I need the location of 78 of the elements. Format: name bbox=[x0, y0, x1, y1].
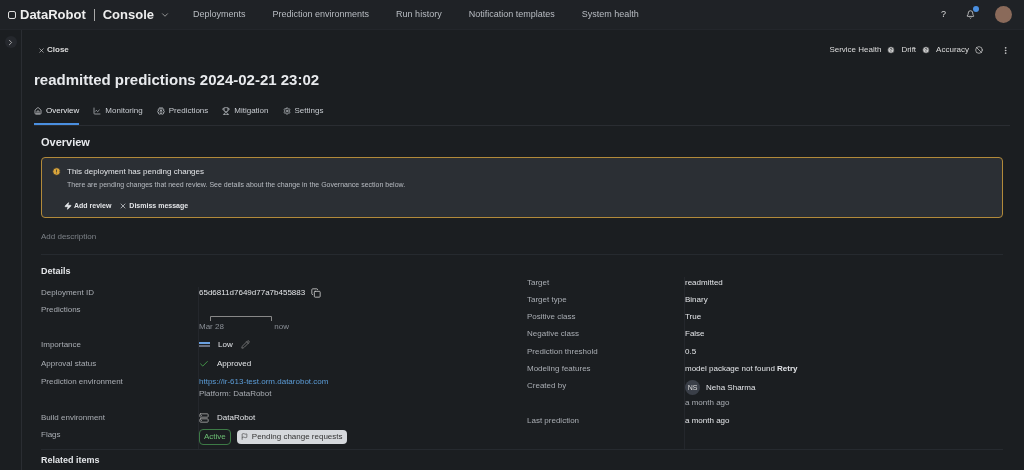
field-value: a month ago bbox=[685, 415, 730, 428]
section-heading: Details bbox=[41, 265, 72, 278]
field-value: Binary bbox=[685, 293, 708, 306]
field-label: Target bbox=[527, 276, 550, 289]
field-label: Predictions bbox=[41, 303, 81, 316]
close-icon bbox=[38, 46, 45, 54]
description-field[interactable]: Add description bbox=[41, 226, 1003, 246]
robot-logo-icon bbox=[8, 10, 16, 19]
nav-link[interactable]: Notification templates bbox=[468, 7, 555, 22]
axis-label: Mar 28 bbox=[199, 320, 224, 333]
field-label: Modeling features bbox=[527, 363, 591, 375]
field-label: Positive class bbox=[527, 311, 576, 324]
deployment-title: readmitted predictions 2024-02-21 23:02 bbox=[34, 69, 321, 90]
brand-name: DataRobot bbox=[20, 5, 86, 24]
field-value: DataRobot bbox=[217, 411, 256, 424]
field-value: 65d6811d7649d77a7b455883 bbox=[199, 286, 306, 299]
chevron-right-icon bbox=[6, 37, 15, 47]
field-label: Flags bbox=[41, 428, 61, 441]
timeline-drawing bbox=[210, 315, 272, 321]
field-label: Build environment bbox=[41, 411, 106, 424]
product-name: Console bbox=[102, 5, 154, 24]
warning-icon bbox=[52, 167, 61, 176]
tab[interactable]: Predictions bbox=[156, 105, 209, 125]
expand-sidebar-button[interactable] bbox=[4, 36, 17, 48]
tab[interactable]: Overview bbox=[34, 105, 80, 125]
field-label: Approval status bbox=[41, 357, 97, 370]
field-value: model package not found Retry bbox=[685, 363, 798, 375]
field-value: readmitted bbox=[685, 276, 723, 289]
brain-icon bbox=[156, 107, 165, 115]
avatar[interactable] bbox=[995, 6, 1012, 23]
more-menu-icon[interactable] bbox=[1001, 45, 1010, 55]
field-label: Importance bbox=[41, 338, 82, 351]
tab[interactable]: Monitoring bbox=[93, 105, 143, 125]
tab[interactable]: Mitigation bbox=[222, 105, 269, 125]
environment-link[interactable]: https://ir-613-test.orm.datarobot.com bbox=[199, 375, 329, 388]
field-label: Prediction threshold bbox=[527, 345, 598, 358]
field-value: Approved bbox=[217, 357, 252, 370]
close-icon bbox=[119, 202, 128, 211]
nav-link[interactable]: Prediction environments bbox=[272, 7, 370, 22]
alert-title: This deployment has pending changes bbox=[67, 165, 204, 178]
field-value: True bbox=[685, 311, 702, 324]
field-label: Target type bbox=[527, 293, 567, 306]
field-subtext: a month ago bbox=[685, 397, 731, 410]
nav-link[interactable]: System health bbox=[581, 7, 639, 22]
flag-badge: Pending change requests bbox=[236, 429, 347, 444]
home-icon bbox=[34, 107, 42, 115]
health-label: Service Health bbox=[829, 44, 882, 56]
help-button[interactable]: ? bbox=[941, 7, 946, 22]
field-label: Created by bbox=[527, 380, 567, 393]
close-button[interactable]: Close bbox=[38, 44, 69, 56]
field-value: Low bbox=[218, 338, 233, 351]
field-label: Negative class bbox=[527, 328, 580, 341]
field-value: 0.5 bbox=[685, 345, 697, 358]
importance-level-icon bbox=[199, 341, 210, 348]
trophy-icon bbox=[222, 107, 231, 115]
check-icon bbox=[199, 358, 209, 369]
settings-icon bbox=[282, 107, 291, 115]
section-heading: Overview bbox=[41, 135, 91, 150]
section-heading: Related items bbox=[41, 453, 101, 467]
axis-label: now bbox=[274, 320, 289, 333]
field-value: Neha Sharma bbox=[706, 381, 756, 394]
health-label: Drift bbox=[901, 44, 917, 56]
lightning-icon bbox=[64, 202, 72, 211]
help-icon[interactable] bbox=[922, 46, 931, 54]
tab[interactable]: Settings bbox=[282, 105, 324, 125]
field-label: Last prediction bbox=[527, 415, 580, 428]
copy-icon[interactable] bbox=[311, 287, 322, 298]
field-label: Prediction environment bbox=[41, 375, 123, 388]
nav-link[interactable]: Run history bbox=[396, 7, 442, 22]
field-subtext: Platform: DataRobot bbox=[199, 387, 273, 400]
health-label: Accuracy bbox=[936, 44, 969, 56]
field-label: Deployment ID bbox=[41, 286, 94, 299]
field-value: False bbox=[685, 328, 705, 341]
server-icon bbox=[199, 412, 209, 423]
help-icon[interactable] bbox=[887, 46, 896, 54]
nav-link[interactable]: Deployments bbox=[193, 7, 246, 22]
status-badge: Active bbox=[199, 428, 231, 445]
line-chart-icon bbox=[93, 107, 102, 115]
